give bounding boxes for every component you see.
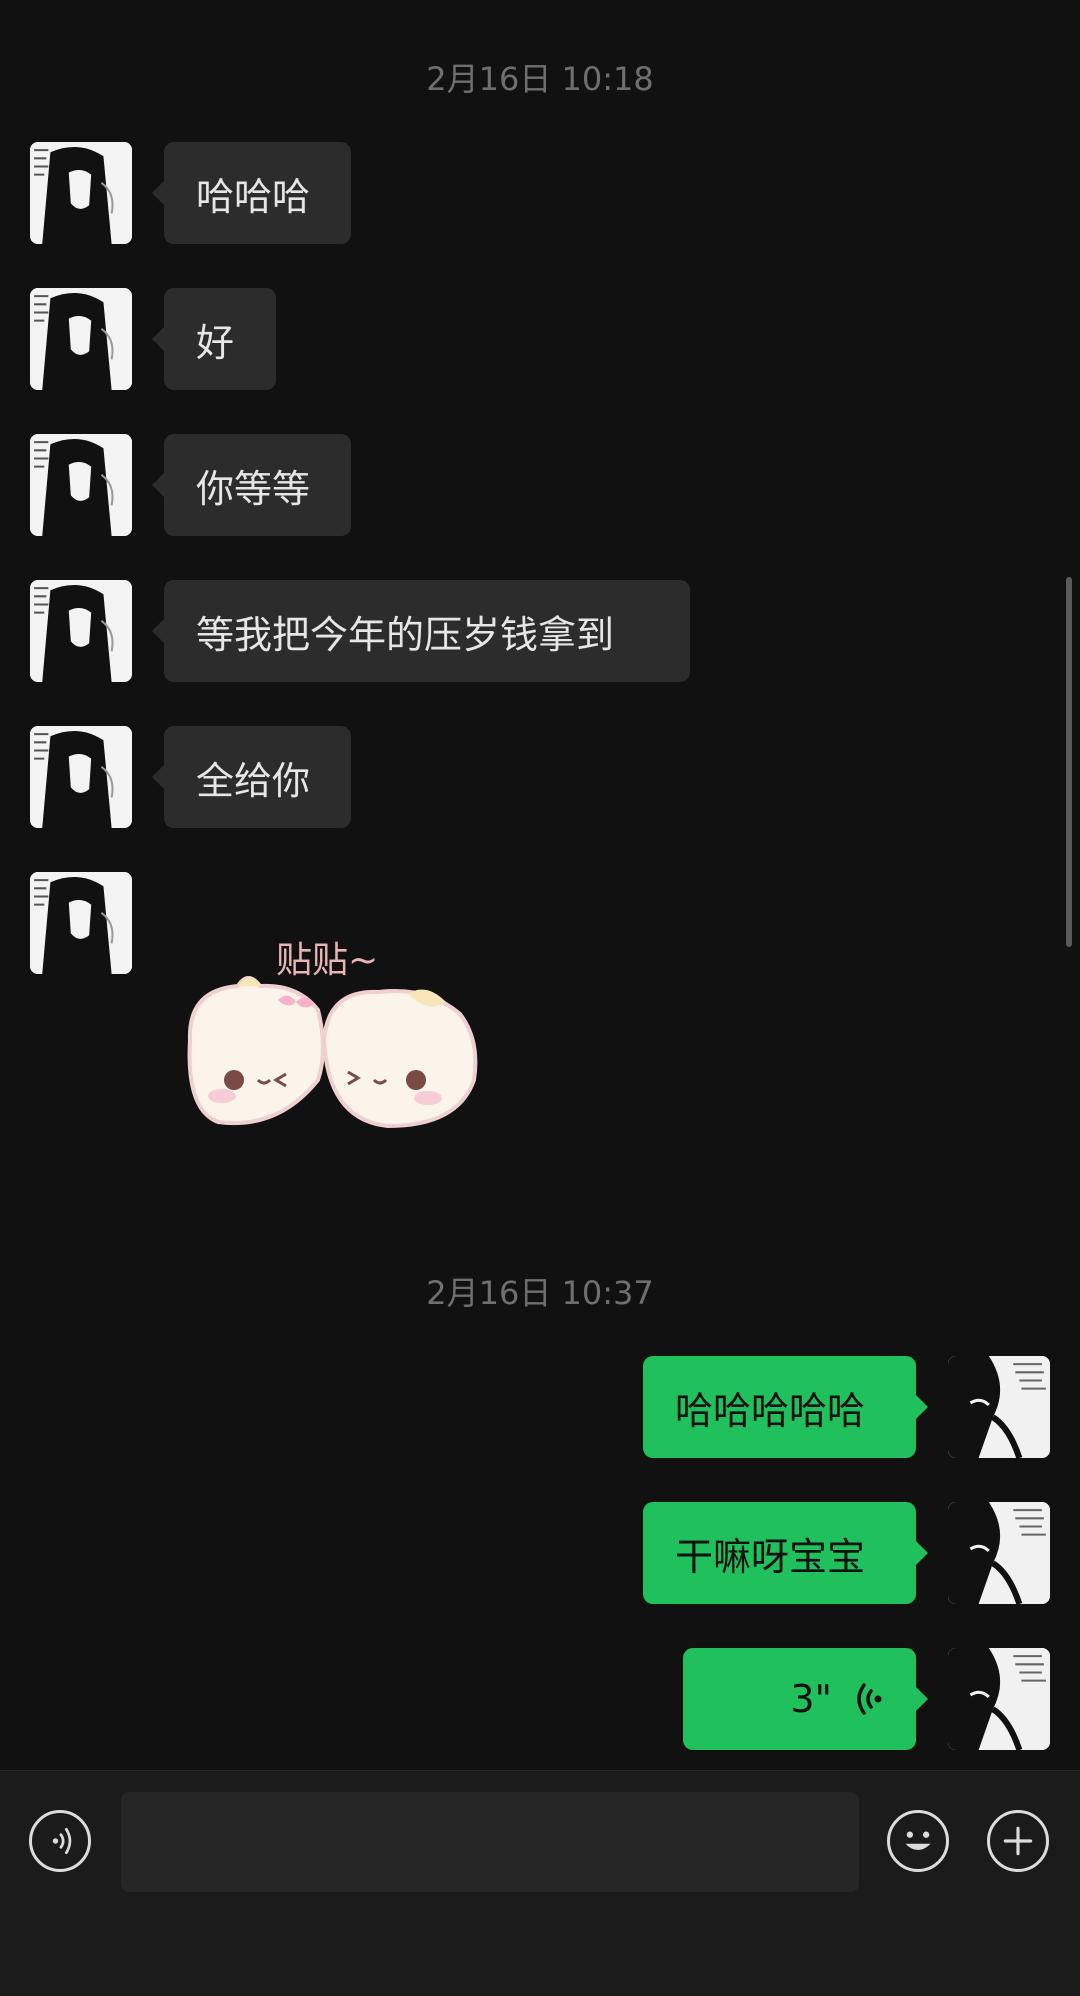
contact-avatar[interactable] [30, 726, 132, 828]
incoming-message[interactable]: 等我把今年的压岁钱拿到 [152, 580, 690, 682]
plus-icon [1003, 1826, 1033, 1856]
chat-timestamp: 2月16日 10:37 [426, 1274, 654, 1312]
more-button[interactable] [987, 1810, 1049, 1872]
contact-avatar[interactable] [30, 872, 132, 974]
message-text: 哈哈哈 [196, 174, 311, 219]
incoming-message[interactable]: 哈哈哈 [152, 142, 351, 244]
voice-mode-button[interactable] [29, 1810, 91, 1872]
chat-screen: 2月16日 10:18 哈哈哈 好 你等等 等我把今年的压岁钱拿到 全给你 贴贴… [0, 0, 1080, 1996]
incoming-message[interactable]: 你等等 [152, 434, 351, 536]
my-avatar[interactable] [948, 1356, 1050, 1458]
my-avatar[interactable] [948, 1502, 1050, 1604]
message-text: 全给你 [196, 758, 311, 803]
outgoing-message[interactable]: 干嘛呀宝宝 [643, 1502, 928, 1604]
sticker-caption: 贴贴~ [276, 940, 378, 981]
incoming-message[interactable]: 全给你 [152, 726, 351, 828]
emoji-icon [905, 1831, 931, 1851]
voice-duration: 3" [790, 1677, 832, 1721]
contact-avatar[interactable] [30, 580, 132, 682]
voice-wave-icon [857, 1683, 882, 1715]
outgoing-message[interactable]: 哈哈哈哈哈 [643, 1356, 928, 1458]
contact-avatar[interactable] [30, 434, 132, 536]
chat-scrollbar[interactable] [1066, 577, 1072, 947]
emoji-button[interactable] [887, 1810, 949, 1872]
message-text: 干嘛呀宝宝 [675, 1534, 866, 1579]
voice-mode-icon [52, 1827, 72, 1855]
contact-avatar[interactable] [30, 288, 132, 390]
voice-message[interactable]: 3" [683, 1648, 928, 1750]
message-text: 哈哈哈哈哈 [675, 1388, 866, 1433]
chat-timestamp: 2月16日 10:18 [426, 60, 654, 98]
message-text: 你等等 [196, 466, 311, 511]
message-input[interactable] [121, 1792, 859, 1892]
message-text: 等我把今年的压岁钱拿到 [196, 612, 615, 657]
contact-avatar[interactable] [30, 142, 132, 244]
message-text: 好 [196, 320, 235, 365]
my-avatar[interactable] [948, 1648, 1050, 1750]
incoming-message[interactable]: 好 [152, 288, 276, 390]
hugging-cats-sticker[interactable]: 贴贴~ [178, 930, 488, 1140]
